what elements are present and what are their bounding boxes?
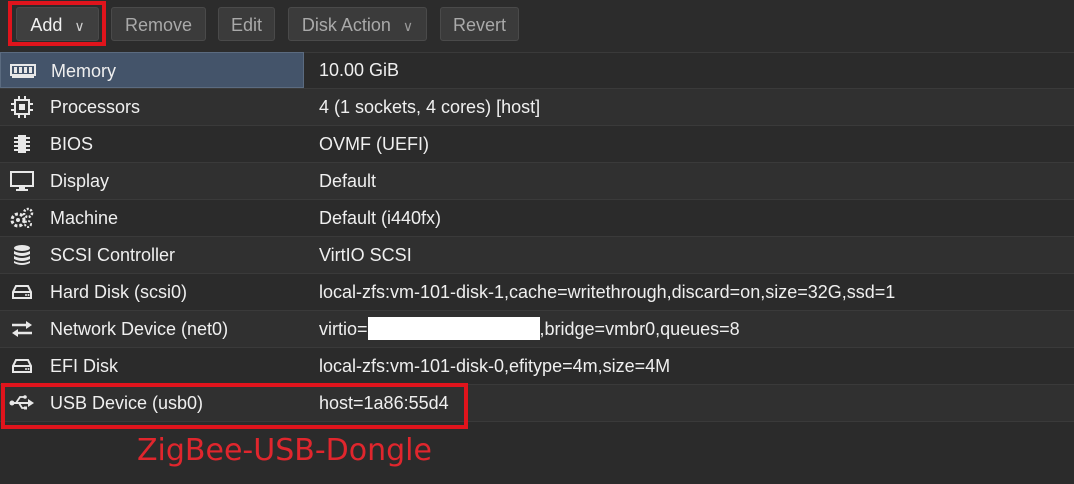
row-value: virtio= ,bridge=vmbr0,queues=8 (319, 311, 740, 347)
table-row-machine[interactable]: Machine Default (i440fx) (0, 200, 1074, 237)
name-cell: SCSI Controller (0, 237, 304, 273)
row-name: Machine (50, 208, 119, 228)
name-cell: EFI Disk (0, 348, 304, 384)
table-row-processors[interactable]: Processors 4 (1 sockets, 4 cores) [host] (0, 89, 1074, 126)
row-value: Default (319, 171, 377, 191)
row-value: local-zfs:vm-101-disk-1,cache=writethrou… (319, 282, 896, 302)
row-name: SCSI Controller (50, 245, 176, 265)
row-value: VirtIO SCSI (319, 245, 412, 265)
remove-button[interactable]: Remove (111, 7, 206, 41)
row-value: 4 (1 sockets, 4 cores) [host] (319, 97, 541, 117)
name-cell: Machine (0, 200, 304, 236)
annotation-label: ZigBee-USB-Dongle (137, 433, 432, 468)
table-row-efi-disk[interactable]: EFI Disk local-zfs:vm-101-disk-0,efitype… (0, 348, 1074, 385)
row-name: BIOS (50, 134, 94, 154)
row-name: Memory (51, 61, 117, 81)
redaction-box (367, 316, 540, 340)
disk-action-button[interactable]: Disk Action ∨ (288, 7, 427, 41)
usb-icon (9, 393, 35, 413)
toolbar: Add ∨ Remove Edit Disk Action ∨ Revert (0, 0, 1074, 53)
add-button[interactable]: Add ∨ (16, 7, 99, 41)
add-button-label: Add (30, 15, 63, 35)
name-cell: Hard Disk (scsi0) (0, 274, 304, 310)
name-cell: USB Device (usb0) (0, 385, 304, 421)
row-name: Network Device (net0) (50, 319, 229, 339)
table-row-usb-device[interactable]: USB Device (usb0) host=1a86:55d4 (0, 385, 1074, 422)
row-value: local-zfs:vm-101-disk-0,efitype=4m,size=… (319, 356, 671, 376)
monitor-icon (9, 171, 35, 191)
chevron-down-icon: ∨ (402, 18, 414, 34)
hdd-icon (9, 356, 35, 376)
row-name: Display (50, 171, 110, 191)
network-icon (9, 319, 35, 339)
row-name: Hard Disk (scsi0) (50, 282, 188, 302)
row-value: Default (i440fx) (319, 208, 442, 228)
table-row-memory[interactable]: Memory 10.00 GiB (0, 52, 1074, 89)
hardware-grid: Memory 10.00 GiB Processors 4 (1 sockets… (0, 52, 1074, 422)
table-row-display[interactable]: Display Default (0, 163, 1074, 200)
gears-icon (9, 207, 35, 228)
database-icon (9, 245, 35, 265)
revert-button[interactable]: Revert (440, 7, 519, 41)
table-row-scsi-controller[interactable]: SCSI Controller VirtIO SCSI (0, 237, 1074, 274)
name-cell: Display (0, 163, 304, 199)
row-value: OVMF (UEFI) (319, 134, 429, 154)
row-value-prefix: virtio= (319, 319, 368, 339)
row-name: USB Device (usb0) (50, 393, 204, 413)
cpu-icon (9, 96, 35, 118)
name-cell: BIOS (0, 126, 304, 162)
table-row-bios[interactable]: BIOS OVMF (UEFI) (0, 126, 1074, 163)
memory-icon (10, 61, 36, 81)
table-row-network-device[interactable]: Network Device (net0) virtio= ,bridge=vmb… (0, 311, 1074, 348)
table-row-hard-disk[interactable]: Hard Disk (scsi0) local-zfs:vm-101-disk-… (0, 274, 1074, 311)
hdd-icon (9, 282, 35, 302)
edit-button[interactable]: Edit (218, 7, 275, 41)
chevron-down-icon: ∨ (74, 18, 85, 34)
disk-action-label: Disk Action (301, 15, 391, 35)
name-cell: Processors (0, 89, 304, 125)
row-name: Processors (50, 97, 141, 117)
row-value-suffix: ,bridge=vmbr0,queues=8 (539, 319, 740, 339)
name-cell: Memory (0, 52, 304, 88)
name-cell: Network Device (net0) (0, 311, 304, 347)
chip-icon (9, 134, 35, 154)
row-value: host=1a86:55d4 (319, 393, 449, 413)
row-name: EFI Disk (50, 356, 119, 376)
row-value: 10.00 GiB (319, 60, 400, 80)
